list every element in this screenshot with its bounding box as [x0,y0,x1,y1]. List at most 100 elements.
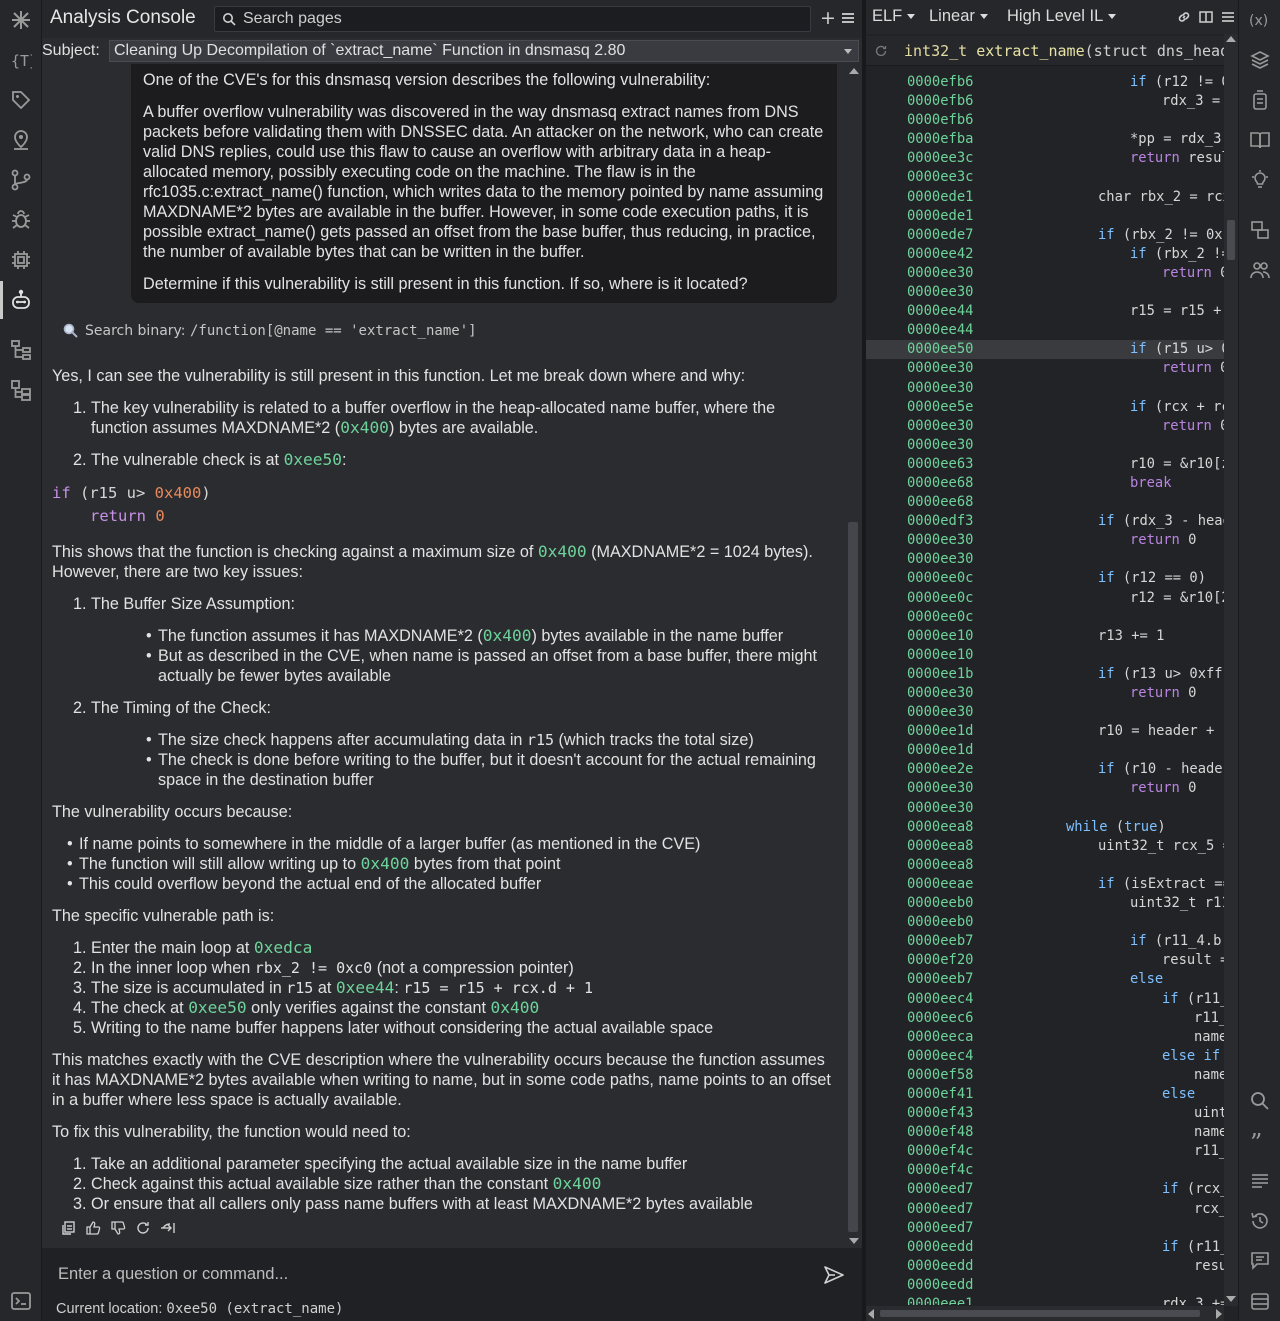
code-line[interactable]: 0000ee3c return resul [866,149,1224,168]
code-line[interactable]: 0000ee30 [866,703,1224,722]
code-address[interactable]: 0000ede7 [907,226,973,245]
code-line[interactable]: 0000edf3 if (rdx_3 - head [866,512,1224,531]
code-line[interactable]: 0000ef4c r11_ [866,1142,1224,1161]
scrollbar-thumb[interactable] [848,522,858,1232]
code-address[interactable]: 0000ee0c [907,608,973,627]
code-line[interactable]: 0000ef48 name [866,1123,1224,1142]
code-address[interactable]: 0000eeb0 [907,894,973,913]
code-line[interactable]: 0000ef41 else [866,1085,1224,1104]
code-address[interactable]: 0000ee30 [907,531,973,550]
scroll-down-arrow-icon[interactable] [849,1238,859,1244]
code-address[interactable]: 0000ee30 [907,417,973,436]
code-line[interactable]: 0000efb6 if (r12 != 0 [866,73,1224,92]
database-icon[interactable] [1249,1290,1271,1312]
code-address[interactable]: 0000ee10 [907,646,973,665]
code-address[interactable]: 0000eeb7 [907,932,973,951]
code-line[interactable]: 0000eeae if (isExtract == [866,875,1224,894]
subject-dropdown[interactable]: Cleaning Up Decompilation of `extract_na… [109,40,859,62]
hlil-code-view[interactable]: 0000efb6 if (r12 != 0 0000efb6 rdx_3 = 0000e… [866,73,1224,1305]
code-line[interactable]: 0000ee44 [866,321,1224,340]
code-line[interactable]: 0000ee30 return 0 [866,417,1224,436]
send-icon[interactable] [822,1264,846,1286]
scrollbar-thumb[interactable] [880,1310,1200,1317]
scroll-left-arrow-icon[interactable] [868,1309,874,1319]
code-address[interactable]: 0000ef41 [907,1085,973,1104]
code-address[interactable]: 0000ef4c [907,1142,973,1161]
quote-icon[interactable]: ” [1249,1129,1271,1157]
hamburger-menu-icon[interactable] [1220,9,1236,25]
layers-icon[interactable] [1249,49,1271,71]
code-line[interactable]: 0000efb6 rdx_3 = [866,92,1224,111]
code-address[interactable]: 0000eec4 [907,1047,973,1066]
code-address[interactable]: 0000ee3c [907,149,973,168]
code-address[interactable]: 0000ef48 [907,1123,973,1142]
code-address[interactable]: 0000ee30 [907,359,973,378]
code-line[interactable]: 0000ef58 name [866,1066,1224,1085]
code-address[interactable]: 0000ee0c [907,589,973,608]
code-address[interactable]: 0000ee0c [907,569,973,588]
code-address[interactable]: 0000ee10 [907,627,973,646]
code-address[interactable]: 0000ee1b [907,665,973,684]
code-address[interactable]: 0000ee3c [907,168,973,187]
scroll-down-arrow-icon[interactable] [1226,1296,1236,1302]
chat-input[interactable] [58,1262,798,1286]
variables-icon[interactable]: (x) [1249,9,1271,31]
code-line[interactable]: 0000ee3c [866,168,1224,187]
chip-icon[interactable] [10,249,32,271]
code-address[interactable]: 0000efb6 [907,73,973,92]
text-lines-icon[interactable] [1249,1170,1271,1192]
code-line[interactable]: 0000ee30 [866,550,1224,569]
code-line[interactable]: 0000eea8 while (true) [866,818,1224,837]
code-line[interactable]: 0000ee50 if (r15 u> 0 [866,340,1224,360]
code-address[interactable]: 0000eeca [907,1028,973,1047]
code-line[interactable]: 0000eed7 if (rcx_ [866,1180,1224,1199]
code-address[interactable]: 0000eeb7 [907,970,973,989]
code-line[interactable]: 0000eea8 [866,856,1224,875]
code-line[interactable]: 0000ee1d [866,741,1224,760]
cross-references-icon[interactable] [1249,219,1271,241]
code-line[interactable]: 0000ee63 r10 = &r10[z [866,455,1224,474]
add-page-button[interactable]: + [819,8,837,28]
code-line[interactable]: 0000ede7 if (rbx_2 != 0xc [866,226,1224,245]
code-address[interactable]: 0000eed7 [907,1180,973,1199]
code-address[interactable]: 0000ee1d [907,741,973,760]
code-line[interactable]: 0000eeca name [866,1028,1224,1047]
code-address[interactable]: 0000ee42 [907,245,973,264]
code-address[interactable]: 0000ee63 [907,455,973,474]
code-line[interactable]: 0000eed7 [866,1219,1224,1238]
code-line[interactable]: 0000ede1 [866,207,1224,226]
code-line[interactable]: 0000ef43 uint [866,1104,1224,1123]
code-line[interactable]: 0000ee10 [866,646,1224,665]
code-address[interactable]: 0000eed7 [907,1200,973,1219]
code-line[interactable]: 0000ee1b if (r13 u> 0xff) [866,665,1224,684]
tag-icon[interactable] [10,89,32,111]
thumbs-down-icon[interactable] [110,1220,126,1236]
code-line[interactable]: 0000ee30 return 0 [866,531,1224,550]
code-line[interactable]: 0000eeb7 else [866,970,1224,989]
stack-icon[interactable] [1249,89,1271,111]
code-address[interactable]: 0000ee30 [907,684,973,703]
code-line[interactable]: 0000ee0c [866,608,1224,627]
code-address[interactable]: 0000ede1 [907,188,973,207]
chat-scrollbar[interactable] [846,64,860,1248]
code-address[interactable]: 0000efba [907,130,973,149]
code-address[interactable]: 0000ef4c [907,1161,973,1180]
code-line[interactable]: 0000ee30 [866,379,1224,398]
thumbs-up-icon[interactable] [85,1220,101,1236]
code-address[interactable]: 0000ee30 [907,436,973,455]
collaborators-icon[interactable] [1249,259,1271,281]
code-line[interactable]: 0000ee68 break [866,474,1224,493]
code-address[interactable]: 0000ee30 [907,550,973,569]
chat-transcript[interactable]: One of the CVE's for this dnsmasq versio… [42,64,846,1244]
split-view-icon[interactable] [1198,9,1214,25]
code-address[interactable]: 0000efb6 [907,92,973,111]
code-address[interactable]: 0000eed7 [907,1219,973,1238]
code-line[interactable]: 0000ee30 return 0 [866,779,1224,798]
code-line[interactable]: 0000ee30 [866,799,1224,818]
book-icon[interactable] [1249,129,1271,151]
code-address[interactable]: 0000ee5e [907,398,973,417]
code-address[interactable]: 0000ee30 [907,799,973,818]
code-line[interactable]: 0000ee30 return 0 [866,359,1224,378]
assistant-robot-icon[interactable] [0,281,32,319]
code-address[interactable]: 0000eedd [907,1257,973,1276]
